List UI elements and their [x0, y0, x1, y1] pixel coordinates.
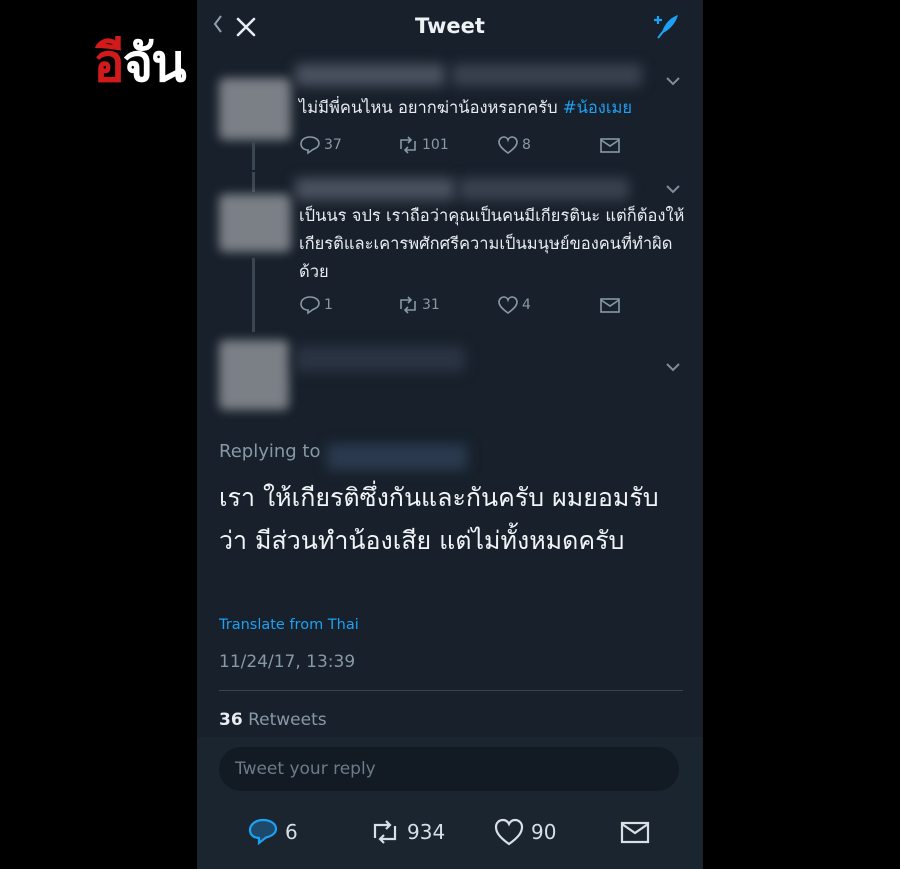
- thread-line: [252, 258, 255, 332]
- main-tweet-actions: 6 934 90: [197, 817, 703, 853]
- heart-icon: [498, 296, 518, 314]
- reply-count: 6: [285, 820, 298, 844]
- author-handle-blurred: [459, 178, 629, 200]
- share-dm-button[interactable]: [599, 135, 621, 155]
- context-tweet[interactable]: เป็นนร จปร เราถือว่าคุณเป็นคนมีเกียรตินะ…: [197, 172, 703, 332]
- thread-line: [252, 142, 255, 170]
- retweets-stat-count: 36: [219, 710, 243, 730]
- like-count: 8: [522, 137, 531, 153]
- tweet-detail-screen: Tweet ไม่มีพี่คนไหน อยากฆ่าน้องหรอกครับ …: [197, 0, 703, 869]
- replying-to-label: Replying to: [219, 441, 321, 462]
- avatar[interactable]: [219, 340, 289, 410]
- chevron-down-icon[interactable]: [665, 362, 681, 372]
- page-title: Tweet: [415, 14, 485, 38]
- envelope-icon: [620, 821, 650, 844]
- retweet-icon: [400, 296, 416, 314]
- like-count: 4: [522, 297, 531, 313]
- hashtag-link[interactable]: #น้องเมย: [563, 98, 632, 117]
- watermark-text-b: จัน: [122, 32, 187, 94]
- back-chevron-icon[interactable]: [213, 14, 223, 34]
- author-name-blurred: [295, 346, 465, 372]
- reply-icon: [300, 136, 320, 155]
- avatar[interactable]: [219, 78, 291, 140]
- close-icon[interactable]: [235, 16, 257, 38]
- envelope-icon: [600, 138, 620, 153]
- divider: [219, 690, 683, 691]
- author-name-blurred: [295, 178, 455, 200]
- watermark-logo: อีจัน: [58, 10, 220, 114]
- like-count: 90: [531, 820, 557, 844]
- translate-link[interactable]: Translate from Thai: [219, 617, 359, 633]
- avatar[interactable]: [219, 194, 291, 252]
- main-tweet-text: เรา ให้เกียรติซึ่งกันและกันครับ ผมยอมรับ…: [219, 483, 659, 555]
- author-handle-blurred: [452, 64, 642, 86]
- reply-icon: [300, 296, 320, 315]
- replying-to-handle-blurred[interactable]: [327, 444, 467, 470]
- reply-input[interactable]: [219, 747, 679, 791]
- tweet-text: เป็นนร จปร เราถือว่าคุณเป็นคนมีเกียรตินะ…: [299, 206, 685, 281]
- retweet-button[interactable]: 934: [369, 817, 445, 847]
- heart-icon: [494, 818, 524, 846]
- tweet-timestamp: 11/24/17, 13:39: [219, 652, 356, 672]
- like-button[interactable]: 8: [497, 135, 531, 155]
- watermark-text-a: อี: [93, 32, 124, 94]
- author-name-blurred: [295, 64, 445, 86]
- like-button[interactable]: 4: [497, 295, 531, 315]
- retweets-stat[interactable]: 36 Retweets: [219, 710, 327, 730]
- chevron-down-icon[interactable]: [665, 76, 681, 86]
- tweet-text: ไม่มีพี่คนไหน อยากฆ่าน้องหรอกครับ #น้องเ…: [299, 94, 689, 122]
- chevron-down-icon[interactable]: [665, 184, 681, 194]
- retweet-count: 934: [407, 820, 446, 844]
- retweets-stat-label: Retweets: [248, 710, 327, 730]
- retweet-button[interactable]: 101: [397, 135, 449, 155]
- retweet-icon: [373, 820, 397, 844]
- reply-button[interactable]: 6: [247, 817, 298, 847]
- main-tweet-author[interactable]: [197, 336, 703, 436]
- context-tweet[interactable]: ไม่มีพี่คนไหน อยากฆ่าน้องหรอกครับ #น้องเ…: [197, 60, 703, 170]
- retweet-count: 101: [422, 137, 449, 153]
- tweet-body: ไม่มีพี่คนไหน อยากฆ่าน้องหรอกครับ: [299, 98, 563, 117]
- reply-button[interactable]: 37: [299, 135, 342, 155]
- reply-area: 6 934 90: [197, 737, 703, 869]
- compose-feather-icon[interactable]: [651, 12, 681, 40]
- share-dm-button[interactable]: [619, 817, 651, 847]
- reply-icon: [248, 818, 278, 846]
- retweet-button[interactable]: 31: [397, 295, 440, 315]
- top-bar: Tweet: [197, 0, 703, 52]
- tweet-actions: 1 31 4: [299, 295, 639, 319]
- tweet-actions: 37 101 8: [299, 135, 639, 159]
- reply-count: 1: [324, 297, 333, 313]
- thread-line: [252, 172, 255, 192]
- envelope-icon: [600, 298, 620, 313]
- retweet-icon: [400, 136, 416, 154]
- heart-icon: [498, 136, 518, 154]
- share-dm-button[interactable]: [599, 295, 621, 315]
- reply-count: 37: [324, 137, 342, 153]
- like-button[interactable]: 90: [493, 817, 556, 847]
- reply-button[interactable]: 1: [299, 295, 333, 315]
- retweet-count: 31: [422, 297, 440, 313]
